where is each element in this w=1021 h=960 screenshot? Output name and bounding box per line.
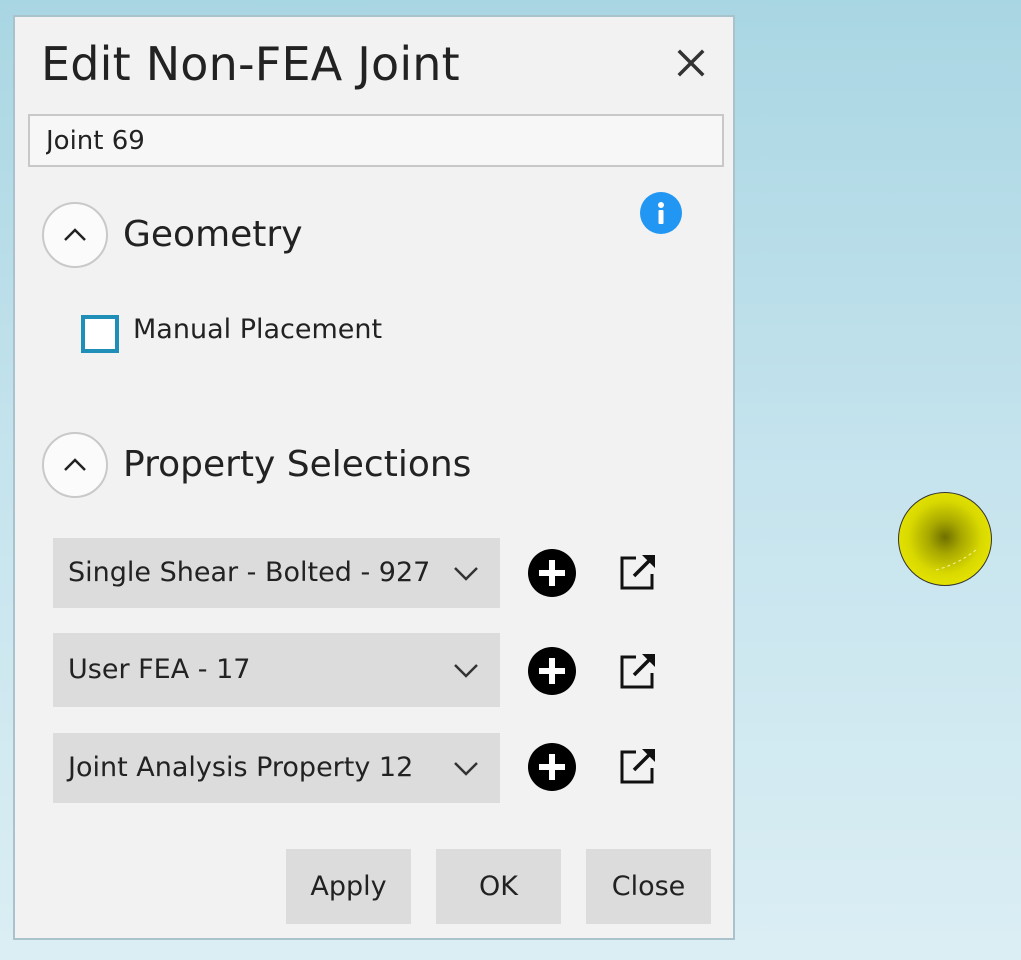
close-icon[interactable] (671, 43, 711, 83)
joint-name-input[interactable] (28, 114, 724, 167)
add-circle-icon[interactable] (527, 646, 577, 696)
property-dropdown-3[interactable]: Joint Analysis Property 12 (53, 733, 500, 803)
ok-button[interactable]: OK (436, 849, 561, 924)
chevron-down-icon (454, 762, 478, 776)
open-external-icon[interactable] (618, 552, 658, 592)
edit-joint-dialog: Edit Non-FEA Joint Geometry Manual Place… (13, 15, 735, 940)
manual-placement-checkbox[interactable] (81, 315, 119, 353)
manual-placement-label: Manual Placement (133, 314, 383, 345)
geometry-section-title: Geometry (123, 214, 303, 255)
joint-sphere[interactable] (898, 492, 992, 586)
chevron-up-icon (64, 458, 86, 471)
open-external-icon[interactable] (618, 651, 658, 691)
add-circle-icon[interactable] (527, 548, 577, 598)
chevron-down-icon (454, 567, 478, 581)
info-icon[interactable] (640, 192, 682, 234)
chevron-down-icon (454, 664, 478, 678)
close-button[interactable]: Close (586, 849, 711, 924)
property-dropdown-1[interactable]: Single Shear - Bolted - 927 (53, 538, 500, 608)
dialog-title: Edit Non-FEA Joint (41, 37, 460, 91)
property-selections-section-title: Property Selections (123, 444, 472, 485)
add-circle-icon[interactable] (527, 742, 577, 792)
property-dropdown-value: User FEA - 17 (68, 654, 251, 685)
chevron-up-icon (64, 228, 86, 241)
property-dropdown-value: Single Shear - Bolted - 927 (68, 557, 431, 588)
geometry-collapse-button[interactable] (42, 202, 108, 268)
property-dropdown-value: Joint Analysis Property 12 (68, 752, 414, 783)
apply-button[interactable]: Apply (286, 849, 411, 924)
property-dropdown-2[interactable]: User FEA - 17 (53, 633, 500, 707)
open-external-icon[interactable] (618, 746, 658, 786)
property-selections-collapse-button[interactable] (42, 432, 108, 498)
